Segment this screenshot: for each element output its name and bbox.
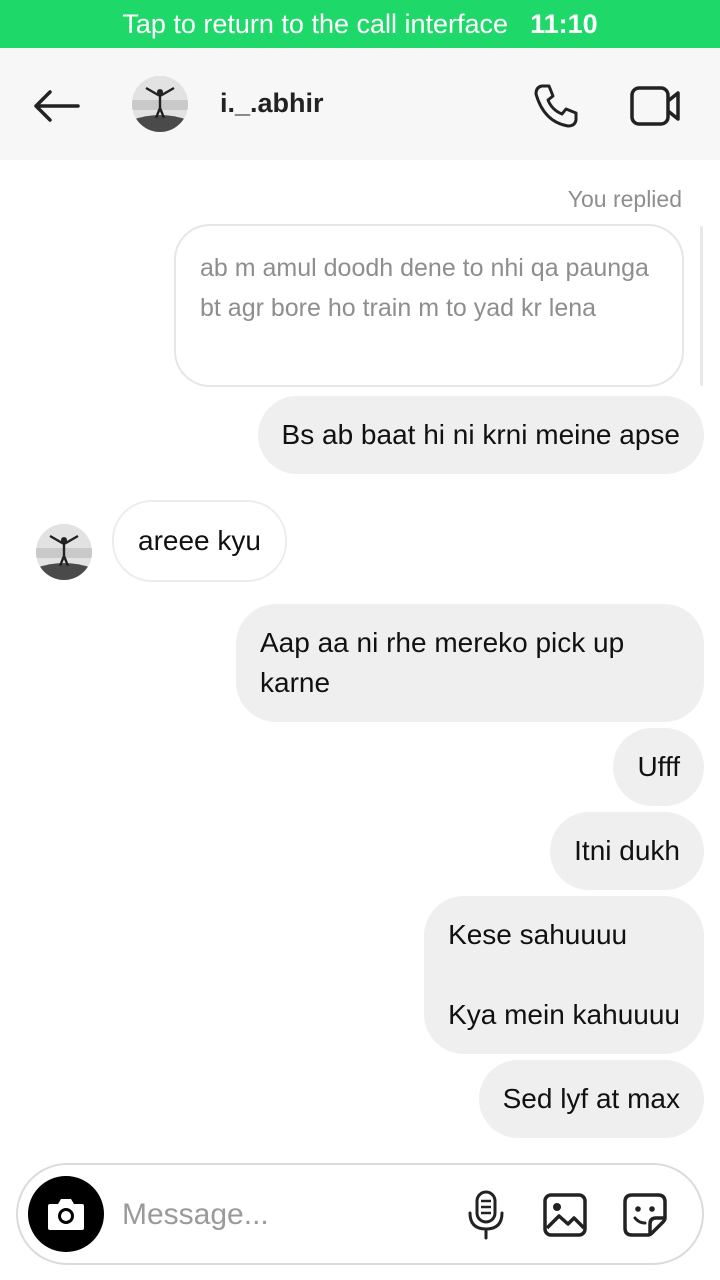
contact-username[interactable]: i._.abhir	[220, 88, 324, 119]
message-input[interactable]	[122, 1193, 452, 1237]
gallery-button[interactable]	[542, 1192, 588, 1238]
phone-icon	[534, 84, 578, 128]
message-bubble-outgoing[interactable]: Itni dukh	[550, 812, 704, 890]
message-bubble-incoming[interactable]: areee kyu	[112, 500, 287, 582]
contact-avatar[interactable]	[132, 76, 188, 132]
voice-call-button[interactable]	[530, 80, 582, 132]
avatar-photo	[132, 76, 188, 132]
back-button[interactable]	[28, 84, 84, 128]
chat-header: i._.abhir	[0, 48, 720, 160]
microphone-icon	[468, 1190, 504, 1240]
return-to-call-text: Tap to return to the call interface	[122, 8, 509, 39]
message-bubble-outgoing[interactable]: Bs ab baat hi ni krni meine apse	[257, 396, 704, 474]
message-bubble-outgoing[interactable]: Kese sahuuuu Kya mein kahuuuu	[424, 896, 704, 1054]
video-camera-icon	[630, 86, 680, 126]
message-bubble-outgoing[interactable]: Sed lyf at max	[478, 1060, 704, 1138]
sender-avatar[interactable]	[36, 524, 92, 580]
gallery-icon	[543, 1193, 587, 1237]
sticker-icon	[623, 1193, 667, 1237]
message-bubble-outgoing[interactable]: Aap aa ni rhe mereko pick up karne	[236, 604, 704, 722]
replied-to-message[interactable]: ab m amul doodh dene to nhi qa paunga bt…	[174, 224, 684, 387]
message-bubble-outgoing[interactable]: Ufff	[613, 728, 704, 806]
sticker-button[interactable]	[622, 1192, 668, 1238]
you-replied-label: You replied	[567, 186, 682, 212]
camera-button[interactable]	[28, 1176, 104, 1252]
video-call-button[interactable]	[628, 82, 684, 130]
message-composer	[16, 1163, 704, 1265]
avatar-photo	[36, 524, 92, 580]
call-timer: 11:10	[530, 8, 598, 39]
camera-icon	[48, 1199, 84, 1230]
back-arrow-icon	[34, 90, 80, 122]
voice-message-button[interactable]	[466, 1189, 506, 1241]
return-to-call-banner[interactable]: Tap to return to the call interface 11:1…	[0, 0, 720, 48]
scrollbar[interactable]	[700, 226, 703, 386]
